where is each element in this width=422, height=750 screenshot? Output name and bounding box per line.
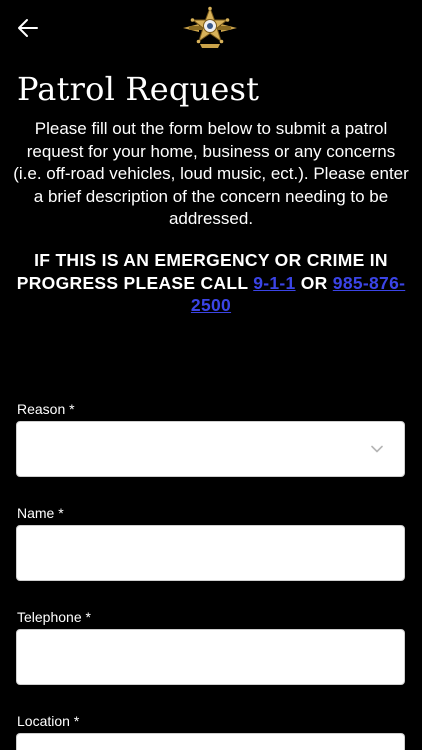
sheriff-star-badge-icon: [183, 6, 237, 48]
location-label: Location *: [17, 713, 80, 729]
chevron-down-icon: [371, 445, 383, 453]
location-input[interactable]: [16, 733, 405, 750]
name-label: Name *: [17, 505, 64, 521]
arrow-left-icon: [18, 19, 38, 37]
reason-label: Reason *: [17, 401, 75, 417]
top-bar: [0, 0, 422, 56]
call-911-link[interactable]: 9-1-1: [253, 273, 295, 293]
intro-text: Please fill out the form below to submit…: [13, 119, 409, 228]
telephone-input[interactable]: [16, 629, 405, 685]
telephone-label: Telephone *: [17, 609, 91, 625]
page-title: Patrol Request: [17, 70, 260, 108]
name-input[interactable]: [16, 525, 405, 581]
emergency-notice: IF THIS IS AN EMERGENCY OR CRIME IN PROG…: [12, 249, 410, 317]
reason-select[interactable]: [16, 421, 405, 477]
emergency-or: OR: [300, 272, 328, 293]
back-button[interactable]: [12, 12, 44, 44]
